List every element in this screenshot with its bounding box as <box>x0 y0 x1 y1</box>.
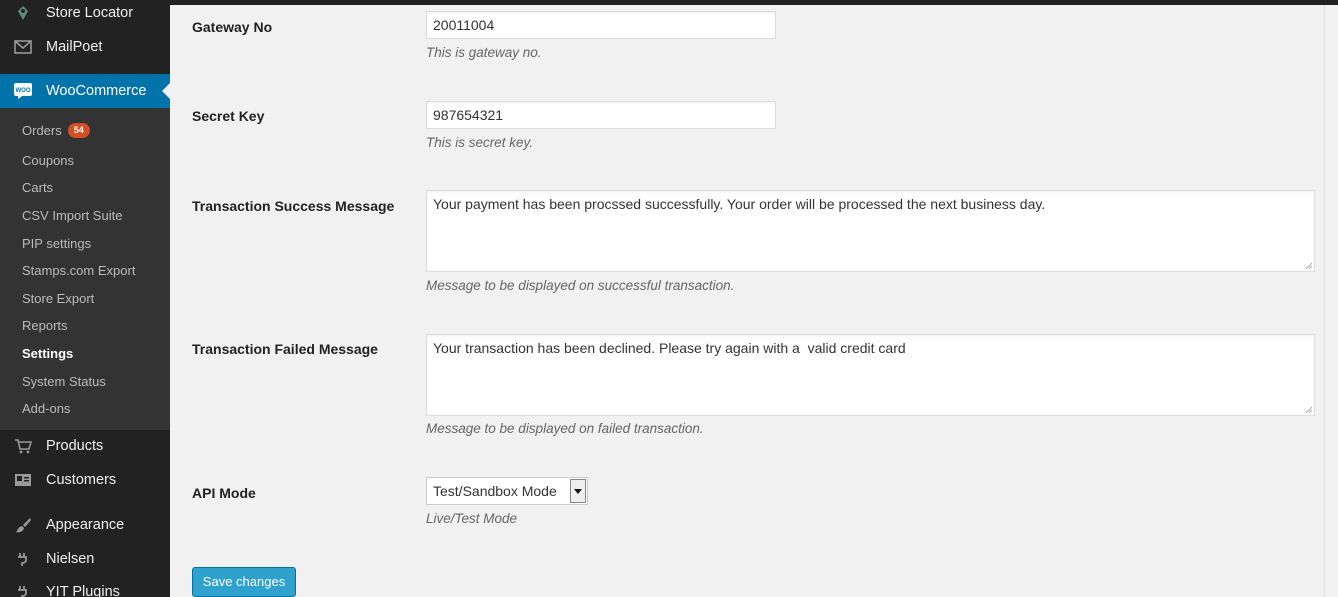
paintbrush-icon <box>0 516 46 534</box>
admin-sidebar: Store Locator MailPoet WOO WooCommerce O… <box>0 0 170 597</box>
failed-message-textarea[interactable]: Your transaction has been declined. Plea… <box>426 334 1315 416</box>
svg-text:WOO: WOO <box>16 88 31 94</box>
submenu-item-coupons[interactable]: Coupons <box>22 150 74 170</box>
woocommerce-icon: WOO <box>0 82 46 100</box>
save-changes-button[interactable]: Save changes <box>192 567 296 597</box>
submenu-item-csv-import-suite[interactable]: CSV Import Suite <box>22 205 122 225</box>
orders-count-badge: 54 <box>67 122 90 138</box>
failed-message-description: Message to be displayed on failed transa… <box>426 421 704 436</box>
success-message-textarea[interactable]: Your payment has been procssed successfu… <box>426 190 1315 272</box>
menu-label: MailPoet <box>46 39 103 55</box>
success-message-label: Transaction Success Message <box>192 198 395 214</box>
menu-item-mailpoet[interactable]: MailPoet <box>0 30 170 64</box>
cart-icon <box>0 438 46 454</box>
menu-item-customers[interactable]: Customers <box>0 463 170 497</box>
submenu-item-add-ons[interactable]: Add-ons <box>22 398 70 418</box>
menu-label: Customers <box>46 472 117 488</box>
gateway-no-input[interactable] <box>426 11 776 39</box>
menu-label: Products <box>46 438 104 454</box>
submenu-item-settings[interactable]: Settings <box>22 343 73 363</box>
submenu-item-reports[interactable]: Reports <box>22 315 68 335</box>
woocommerce-submenu: Orders 54 Coupons Carts CSV Import Suite… <box>0 108 170 430</box>
submenu-label: Orders <box>22 122 62 138</box>
menu-label: Store Locator <box>46 5 134 21</box>
failed-message-label: Transaction Failed Message <box>192 341 378 357</box>
menu-label: YIT Plugins <box>46 584 120 597</box>
api-mode-select[interactable]: Test/Sandbox Mode <box>426 477 588 505</box>
plugin-icon <box>0 584 46 597</box>
id-card-icon <box>0 473 46 487</box>
submenu-item-pip-settings[interactable]: PIP settings <box>22 233 91 253</box>
menu-label: WooCommerce <box>46 83 147 99</box>
menu-item-store-locator[interactable]: Store Locator <box>0 0 170 30</box>
secret-key-input[interactable] <box>426 101 776 129</box>
plugin-icon <box>0 551 46 567</box>
menu-label: Appearance <box>46 517 125 533</box>
menu-item-yit-plugins[interactable]: YIT Plugins <box>0 575 170 597</box>
submenu-item-system-status[interactable]: System Status <box>22 371 106 391</box>
menu-item-appearance[interactable]: Appearance <box>0 508 170 542</box>
settings-form: Gateway No This is gateway no. Secret Ke… <box>170 5 1324 597</box>
secret-key-description: This is secret key. <box>426 135 534 150</box>
vertical-scrollbar[interactable] <box>1324 5 1338 597</box>
resize-grip-icon[interactable] <box>1305 262 1313 270</box>
success-message-description: Message to be displayed on successful tr… <box>426 278 735 293</box>
submenu-item-stamps-export[interactable]: Stamps.com Export <box>22 260 135 280</box>
gateway-no-description: This is gateway no. <box>426 45 542 60</box>
resize-grip-icon[interactable] <box>1305 406 1313 414</box>
chevron-down-icon[interactable] <box>570 479 586 503</box>
store-locator-icon <box>0 5 46 21</box>
menu-item-nielsen[interactable]: Nielsen <box>0 542 170 576</box>
submenu-item-orders[interactable]: Orders 54 <box>22 120 90 140</box>
submenu-item-store-export[interactable]: Store Export <box>22 288 94 308</box>
gateway-no-label: Gateway No <box>192 19 273 35</box>
menu-label: Nielsen <box>46 551 95 567</box>
submenu-item-carts[interactable]: Carts <box>22 177 53 197</box>
mail-icon <box>0 40 46 54</box>
menu-item-products[interactable]: Products <box>0 429 170 463</box>
api-mode-selected-value: Test/Sandbox Mode <box>433 483 557 499</box>
api-mode-label: API Mode <box>192 485 256 501</box>
api-mode-description: Live/Test Mode <box>426 511 518 526</box>
menu-item-woocommerce[interactable]: WOO WooCommerce <box>0 74 170 108</box>
secret-key-label: Secret Key <box>192 108 265 124</box>
